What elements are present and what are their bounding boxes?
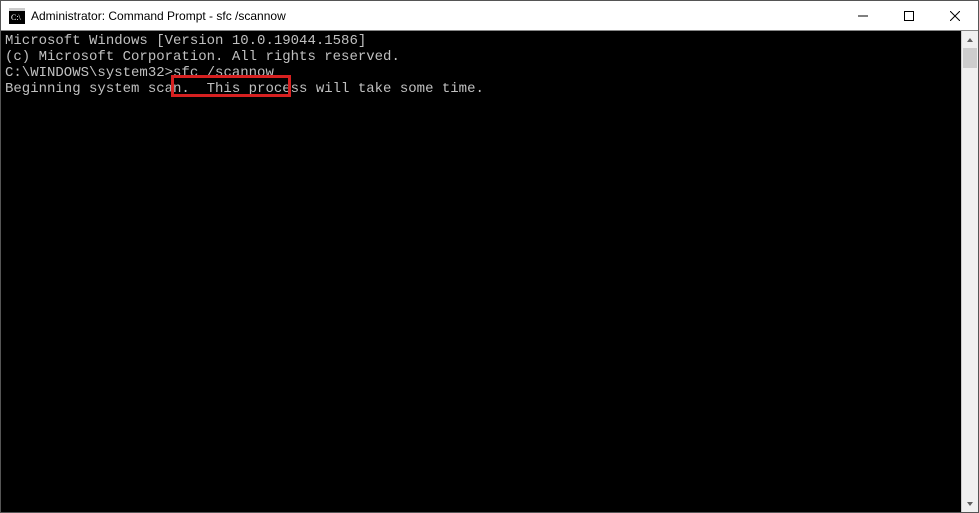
scroll-up-button[interactable] — [962, 31, 978, 48]
window-controls — [840, 1, 978, 30]
output-line: Microsoft Windows [Version 10.0.19044.15… — [5, 33, 957, 49]
titlebar[interactable]: C:\ Administrator: Command Prompt - sfc … — [1, 1, 978, 31]
close-button[interactable] — [932, 1, 978, 30]
prompt-line: C:\WINDOWS\system32>sfc /scannow — [5, 65, 957, 81]
scroll-track[interactable] — [962, 48, 978, 495]
scroll-down-button[interactable] — [962, 495, 978, 512]
window-title: Administrator: Command Prompt - sfc /sca… — [31, 9, 840, 23]
maximize-button[interactable] — [886, 1, 932, 30]
cmd-icon: C:\ — [9, 8, 25, 24]
scroll-thumb[interactable] — [963, 48, 977, 68]
typed-command: sfc /scannow — [173, 65, 274, 81]
client-area: Microsoft Windows [Version 10.0.19044.15… — [1, 31, 978, 512]
prompt-path: C:\WINDOWS\system32> — [5, 65, 173, 81]
output-line: Beginning system scan. This process will… — [5, 81, 957, 97]
console-output[interactable]: Microsoft Windows [Version 10.0.19044.15… — [1, 31, 961, 512]
output-line: (c) Microsoft Corporation. All rights re… — [5, 49, 957, 65]
vertical-scrollbar[interactable] — [961, 31, 978, 512]
command-prompt-window: C:\ Administrator: Command Prompt - sfc … — [0, 0, 979, 513]
minimize-button[interactable] — [840, 1, 886, 30]
svg-text:C:\: C:\ — [11, 13, 22, 22]
